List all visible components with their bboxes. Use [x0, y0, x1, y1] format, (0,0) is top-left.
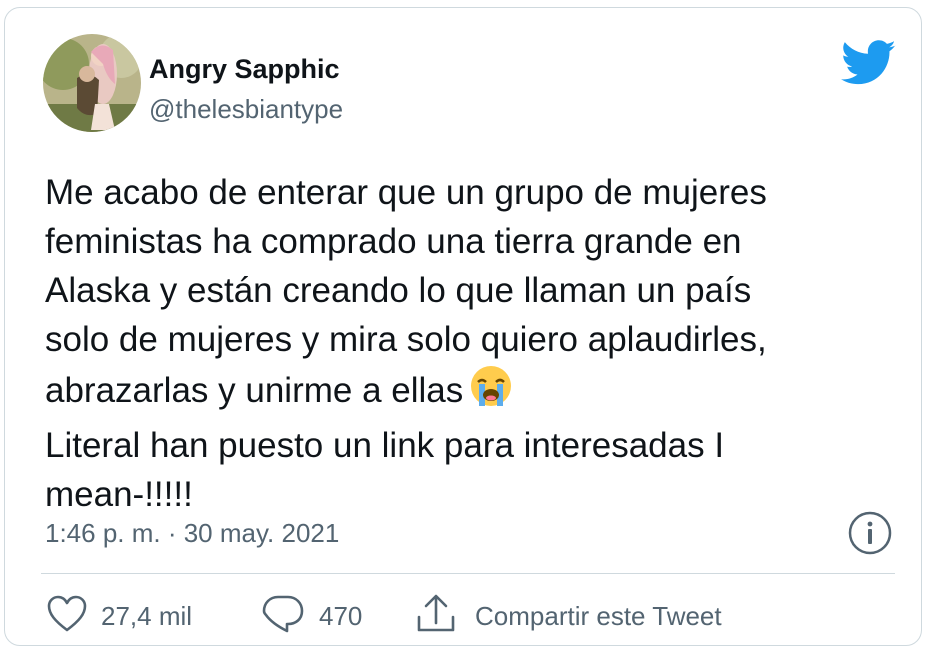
tweet-timestamp[interactable]: 1:46 p. m. · 30 may. 2021: [45, 518, 339, 549]
tweet-line: Alaska y están creando lo que llaman un …: [45, 271, 752, 310]
tweet-line: abrazarlas y unirme a ellas: [45, 371, 464, 410]
author-name[interactable]: Angry Sapphic: [149, 54, 340, 85]
loudly-crying-face-emoji: [469, 364, 513, 421]
tweet-line-with-emoji: abrazarlas y unirme a ellas: [45, 364, 895, 421]
tweet-line: Literal han puesto un link para interesa…: [45, 426, 725, 465]
tweet-text: Me acabo de enterar que un grupo de muje…: [45, 168, 895, 519]
tweet-line: solo de mujeres y mira solo quiero aplau…: [45, 320, 767, 359]
share-button[interactable]: Compartir este Tweet: [415, 594, 722, 636]
tweet-line: feministas ha comprado una tierra grande…: [45, 222, 742, 261]
share-label: Compartir este Tweet: [475, 600, 722, 631]
divider: [41, 573, 895, 574]
heart-icon: [47, 595, 87, 638]
author-handle[interactable]: @thelesbiantype: [149, 94, 343, 125]
avatar[interactable]: [43, 34, 141, 132]
tweet-line: Me acabo de enterar que un grupo de muje…: [45, 173, 767, 212]
speech-bubble-icon: [261, 594, 305, 639]
reply-count: 470: [319, 600, 363, 631]
share-icon: [415, 593, 457, 640]
like-count: 27,4 mil: [101, 600, 193, 631]
like-button[interactable]: 27,4 mil: [47, 595, 193, 638]
tweet-line: mean-!!!!!: [45, 475, 193, 514]
reply-button[interactable]: 470: [261, 594, 363, 639]
info-icon[interactable]: [847, 510, 893, 556]
twitter-bird-icon[interactable]: [840, 40, 897, 86]
tweet-card: Angry Sapphic @thelesbiantype Me acabo d…: [4, 7, 922, 646]
